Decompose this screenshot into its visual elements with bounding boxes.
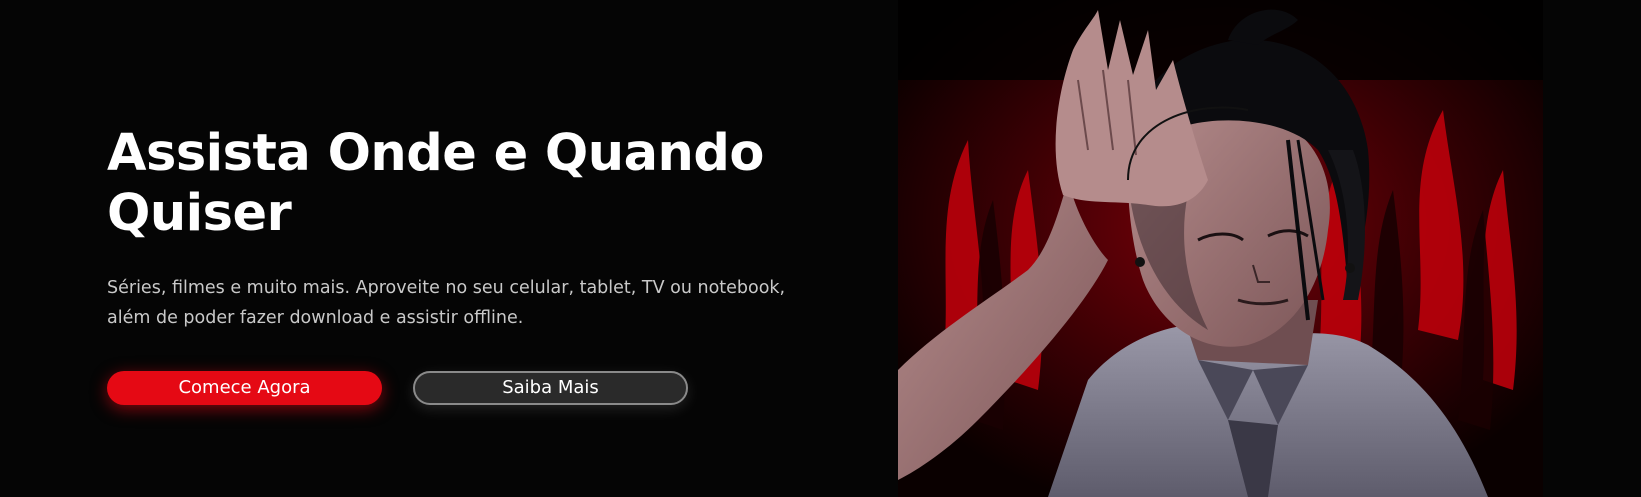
hero-title-line-2: Quiser bbox=[107, 184, 292, 243]
hero-subtitle: Séries, filmes e muito mais. Aproveite n… bbox=[107, 273, 807, 333]
hero-subtitle-line-1: Séries, filmes e muito mais. Aproveite n… bbox=[107, 278, 786, 298]
hero-title-line-1: Assista Onde e Quando bbox=[107, 124, 764, 183]
hero-title: Assista Onde e Quando Quiser bbox=[107, 124, 827, 244]
start-now-button[interactable]: Comece Agora bbox=[107, 371, 382, 405]
hero-section: Assista Onde e Quando Quiser Séries, fil… bbox=[0, 0, 1641, 497]
anime-character-illustration bbox=[898, 0, 1548, 497]
hero-content: Assista Onde e Quando Quiser Séries, fil… bbox=[107, 124, 827, 333]
illustration-graphic bbox=[898, 0, 1548, 497]
hero-subtitle-line-2: além de poder fazer download e assistir … bbox=[107, 308, 524, 328]
learn-more-button[interactable]: Saiba Mais bbox=[413, 371, 688, 405]
